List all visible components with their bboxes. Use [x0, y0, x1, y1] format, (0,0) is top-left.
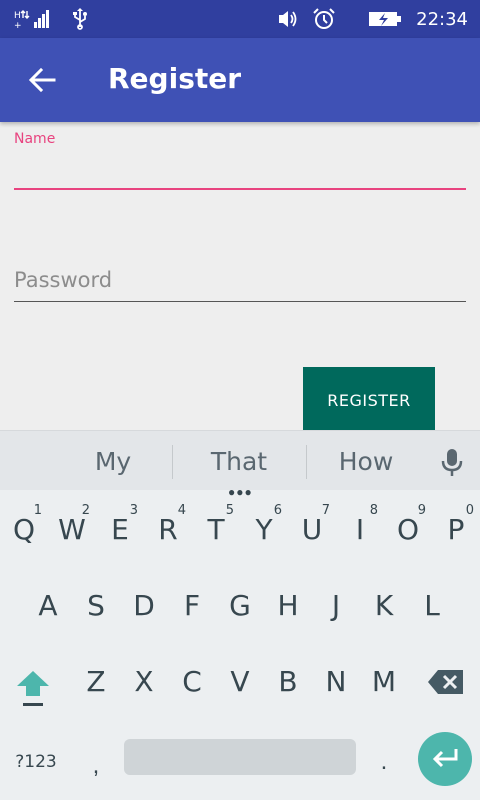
vibrate-icon	[276, 8, 298, 30]
key-h[interactable]: H	[264, 577, 312, 633]
password-input[interactable]	[14, 258, 466, 302]
key-e[interactable]: E3	[96, 501, 144, 557]
key-u[interactable]: U7	[288, 501, 336, 557]
enter-icon	[432, 749, 458, 768]
key-label: X	[134, 664, 154, 698]
svg-text:H: H	[14, 11, 21, 21]
name-label: Name	[14, 131, 56, 147]
signal-icon: H +	[14, 8, 52, 31]
key-a[interactable]: A	[24, 577, 72, 633]
key-label: V	[230, 664, 250, 698]
key-label: T	[207, 512, 225, 546]
key-l[interactable]: L	[408, 577, 456, 633]
backspace-key[interactable]	[424, 662, 468, 702]
key-number-hint: 2	[81, 503, 90, 518]
key-label: P	[447, 512, 465, 546]
shift-icon	[17, 671, 49, 706]
key-label: J	[331, 588, 341, 622]
enter-key[interactable]	[418, 732, 472, 786]
key-n[interactable]: N	[312, 653, 360, 709]
register-button[interactable]: REGISTER	[303, 367, 435, 433]
key-f[interactable]: F	[168, 577, 216, 633]
key-c[interactable]: C	[168, 653, 216, 709]
key-q[interactable]: Q1	[0, 501, 48, 557]
key-label: R	[158, 512, 178, 546]
key-z[interactable]: Z	[72, 653, 120, 709]
back-button[interactable]	[22, 60, 62, 100]
app-bar: Register	[0, 38, 480, 122]
name-field: Name	[14, 128, 466, 196]
key-label: H	[277, 588, 299, 622]
arrow-back-icon	[28, 67, 56, 93]
alarm-icon	[312, 8, 336, 30]
svg-text:+: +	[14, 21, 22, 30]
key-label: A	[38, 588, 58, 622]
backspace-icon	[428, 670, 463, 694]
comma-key[interactable]: ,	[78, 746, 114, 786]
key-m[interactable]: M	[360, 653, 408, 709]
suggestion-divider	[172, 445, 173, 479]
suggestion-strip: My That How ●●●	[0, 430, 480, 499]
key-j[interactable]: J	[312, 577, 360, 633]
key-label: Y	[255, 512, 273, 546]
key-number-hint: 6	[273, 503, 282, 518]
key-label: B	[278, 664, 298, 698]
shift-key[interactable]	[10, 656, 56, 712]
suggestion-2[interactable]: That	[174, 447, 304, 476]
key-number-hint: 8	[369, 503, 378, 518]
key-v[interactable]: V	[216, 653, 264, 709]
key-s[interactable]: S	[72, 577, 120, 633]
key-p[interactable]: P0	[432, 501, 480, 557]
key-y[interactable]: Y6	[240, 501, 288, 557]
key-t[interactable]: T5	[192, 501, 240, 557]
key-label: U	[301, 512, 323, 546]
key-number-hint: 3	[129, 503, 138, 518]
key-label: C	[182, 664, 202, 698]
key-label: Z	[86, 664, 106, 698]
key-b[interactable]: B	[264, 653, 312, 709]
key-k[interactable]: K	[360, 577, 408, 633]
key-number-hint: 0	[465, 503, 474, 518]
symbols-key[interactable]: ?123	[8, 742, 64, 782]
key-i[interactable]: I8	[336, 501, 384, 557]
key-number-hint: 4	[177, 503, 186, 518]
microphone-icon[interactable]	[440, 447, 464, 484]
key-d[interactable]: D	[120, 577, 168, 633]
key-label: K	[374, 588, 394, 622]
key-label: G	[229, 588, 251, 622]
password-field	[14, 258, 466, 304]
key-label: L	[424, 588, 440, 622]
soft-keyboard: My That How ●●● Q1W2E3R4T5Y6U7I8O9P0 ASD…	[0, 430, 480, 800]
key-label: S	[87, 588, 105, 622]
more-suggestions-icon[interactable]: ●●●	[228, 485, 253, 499]
period-key[interactable]: .	[366, 742, 402, 782]
status-bar: H + 22:34	[0, 0, 480, 38]
key-o[interactable]: O9	[384, 501, 432, 557]
status-time: 22:34	[416, 8, 468, 30]
key-number-hint: 1	[33, 503, 42, 518]
battery-charging-icon	[368, 8, 402, 30]
suggestion-1[interactable]: My	[48, 447, 178, 476]
key-label: I	[355, 512, 365, 546]
key-g[interactable]: G	[216, 577, 264, 633]
key-w[interactable]: W2	[48, 501, 96, 557]
page-title: Register	[108, 62, 242, 95]
key-number-hint: 7	[321, 503, 330, 518]
key-label: N	[325, 664, 347, 698]
key-r[interactable]: R4	[144, 501, 192, 557]
key-label: Q	[12, 512, 36, 546]
key-x[interactable]: X	[120, 653, 168, 709]
usb-icon	[72, 8, 88, 30]
key-label: M	[371, 664, 397, 698]
key-number-hint: 9	[417, 503, 426, 518]
name-input[interactable]	[14, 150, 466, 190]
key-label: D	[133, 588, 155, 622]
key-label: F	[183, 588, 201, 622]
space-key[interactable]	[124, 739, 356, 775]
suggestion-3[interactable]: How	[301, 447, 431, 476]
key-number-hint: 5	[225, 503, 234, 518]
key-label: E	[111, 512, 129, 546]
key-label: O	[396, 512, 420, 546]
